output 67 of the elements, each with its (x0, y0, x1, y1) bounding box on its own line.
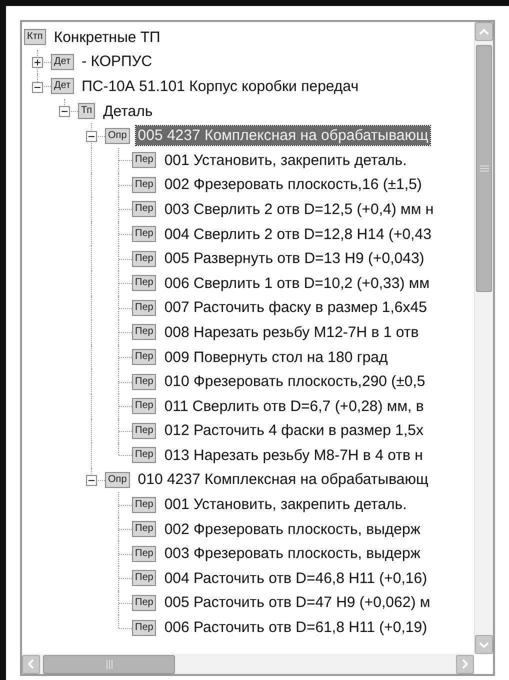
tree-item[interactable]: 004 Расточить отв D=46,8 H11 (+0,16) (162, 568, 430, 588)
tree-item[interactable]: ПС-10А 51.101 Корпус коробки передач (80, 76, 361, 96)
node-type-tag: Пер (132, 226, 156, 242)
node-type-tag: Пер (132, 324, 156, 340)
tree-item[interactable]: 001 Установить, закрепить деталь. (162, 150, 409, 170)
node-type-tag: Пер (132, 300, 156, 316)
scroll-down-button[interactable] (475, 635, 493, 654)
tree-item[interactable]: 009 Повернуть стол на 180 град (162, 348, 390, 367)
chevron-left-icon (28, 659, 34, 669)
node-type-tag: Пер (132, 594, 156, 611)
node-type-tag: Пер (132, 570, 156, 586)
node-type-tag: Пер (132, 374, 156, 390)
node-type-tag: Ктп (24, 29, 46, 46)
tree-item[interactable]: 006 Расточить отв D=61,8 H11 (+0,19) (162, 618, 430, 638)
node-type-tag: Пер (132, 201, 156, 218)
tree-item[interactable]: 005 Развернуть отв D=13 H9 (+0,043) (162, 249, 426, 268)
tree-item[interactable]: 004 Сверлить 2 отв D=12,8 H14 (+0,43 (162, 224, 434, 244)
tree-item[interactable]: 013 Нарезать резьбу M8-7H в 4 отв н (162, 446, 425, 465)
tree-item[interactable]: Конкретные ТП (52, 28, 162, 47)
tree-item[interactable]: 007 Расточить фаску в размер 1,6x45 (162, 298, 429, 318)
tree-item[interactable]: Деталь (101, 102, 155, 121)
chevron-down-icon (479, 642, 489, 648)
node-type-tag: Пер (132, 546, 156, 562)
tree-item[interactable]: 012 Расточить 4 фаски в размер 1,5x (162, 421, 426, 440)
collapse-icon[interactable] (32, 82, 43, 93)
node-type-tag: Пер (132, 496, 156, 513)
tree-item[interactable]: 002 Фрезеровать плоскость, выдерж (162, 520, 422, 539)
tree-item[interactable]: 005 Расточить отв D=47 H9 (+0,062) м (162, 593, 432, 612)
collapse-icon[interactable] (86, 475, 97, 486)
expand-icon[interactable] (32, 57, 43, 68)
node-type-tag: Пер (132, 422, 156, 439)
collapse-icon[interactable] (59, 106, 70, 118)
tree-item[interactable]: 005 4237 Комплексная на обрабатывающ (136, 126, 430, 146)
chevron-up-icon (479, 28, 489, 34)
node-type-tag: Опр (105, 128, 130, 144)
node-type-tag: Пер (132, 398, 156, 414)
tree-item[interactable]: 010 4237 Комплексная на обрабатывающ (136, 470, 430, 490)
tree-item[interactable]: 010 Фрезеровать плоскость,290 (±0,5 (162, 372, 428, 392)
node-type-tag: Пер (132, 176, 156, 193)
tree-item[interactable]: 003 Сверлить 2 отв D=12,5 (+0,4) мм н (162, 200, 436, 219)
node-type-tag: Дет (51, 54, 74, 70)
node-type-tag: Пер (132, 152, 156, 168)
chevron-right-icon (462, 659, 468, 669)
node-type-tag: Пер (132, 620, 156, 636)
tree-item[interactable]: - КОРПУС (80, 52, 154, 72)
vertical-scroll-thumb[interactable] (476, 45, 492, 292)
tree-item[interactable]: 001 Установить, закрепить деталь. (162, 495, 409, 514)
scroll-left-button[interactable] (22, 654, 40, 674)
node-type-tag: Пер (132, 521, 156, 538)
tree-item[interactable]: 006 Сверлить 1 отв D=10,2 (+0,33) мм (162, 274, 432, 293)
tree-item[interactable]: 011 Сверлить отв D=6,7 (+0,28) мм, в (162, 396, 426, 416)
node-type-tag: Пер (132, 275, 156, 292)
node-type-tag: Дет (51, 78, 74, 94)
tree-item[interactable]: 008 Нарезать резьбу M12-7H в 1 отв (162, 322, 421, 342)
grip-icon (480, 165, 488, 172)
scroll-up-button[interactable] (475, 22, 493, 41)
tree-item[interactable]: 003 Фрезеровать плоскость, выдерж (162, 544, 422, 564)
tree-item[interactable]: 002 Фрезеровать плоскость,16 (±1,5) (162, 175, 424, 194)
scroll-right-button[interactable] (456, 654, 474, 674)
node-type-tag: Пер (132, 250, 156, 267)
node-type-tag: Тп (78, 103, 96, 120)
horizontal-scroll-thumb[interactable] (43, 654, 175, 674)
grip-icon (106, 660, 112, 668)
node-type-tag: Опр (105, 472, 130, 488)
node-type-tag: Пер (132, 349, 156, 366)
node-type-tag: Пер (132, 447, 156, 464)
collapse-icon[interactable] (86, 130, 97, 142)
